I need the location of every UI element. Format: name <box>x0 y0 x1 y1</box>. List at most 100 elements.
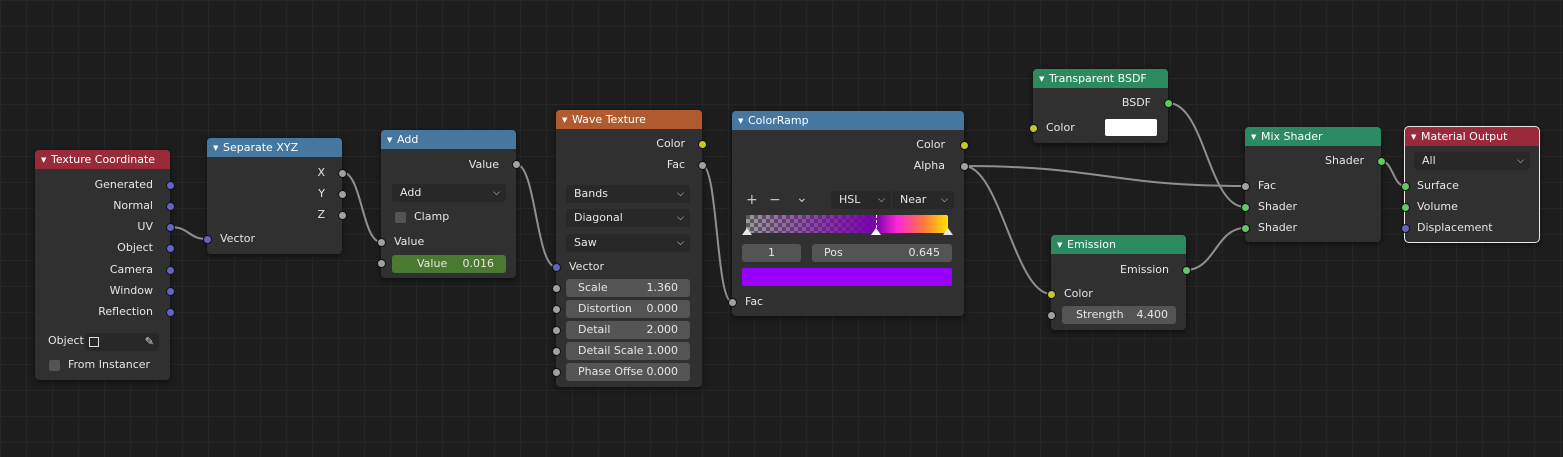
socket-color-out[interactable] <box>698 140 707 149</box>
transparent-bsdf-node[interactable]: ▼ Transparent BSDF BSDF Color <box>1029 69 1173 143</box>
collapse-arrow-icon[interactable]: ▼ <box>562 111 572 130</box>
direction-dropdown[interactable]: Diagonal ⌵ <box>566 209 690 227</box>
material-output-node[interactable]: ▼ Material Output All ⌵ Surface Volume Dis… <box>1401 126 1540 243</box>
transparent-bsdf-header[interactable]: ▼ Transparent BSDF <box>1033 69 1168 88</box>
socket-fac-in[interactable] <box>1241 182 1250 191</box>
socket-value-in-1[interactable] <box>377 238 386 247</box>
socket-alpha-out[interactable] <box>960 162 969 171</box>
detail-scale-field[interactable]: Detail Scale 1.000 <box>566 342 690 360</box>
socket-window[interactable] <box>166 287 175 296</box>
socket-bsdf-out[interactable] <box>1164 99 1173 108</box>
collapse-arrow-icon[interactable]: ▼ <box>1251 128 1261 147</box>
remove-stop-icon[interactable]: − <box>769 191 781 209</box>
active-stop-index[interactable]: 1 <box>742 244 801 262</box>
color-ramp-gradient[interactable] <box>746 215 948 233</box>
phase-offset-field[interactable]: Phase Offse 0.000 <box>566 363 690 381</box>
ramp-menu-icon[interactable]: ⌄ <box>796 189 808 207</box>
node-title: Transparent BSDF <box>1049 72 1147 85</box>
emission-header[interactable]: ▼ Emission <box>1051 235 1186 254</box>
collapse-arrow-icon[interactable]: ▼ <box>387 131 397 150</box>
socket-x[interactable] <box>338 169 347 178</box>
output-x-label: X <box>317 166 325 179</box>
profile-dropdown[interactable]: Saw ⌵ <box>566 234 690 252</box>
stop-color-swatch[interactable] <box>742 268 952 286</box>
socket-color-out[interactable] <box>960 141 969 150</box>
socket-detail-scale-in[interactable] <box>552 347 561 356</box>
socket-strength-in[interactable] <box>1047 311 1056 320</box>
detail-field[interactable]: Detail 2.000 <box>566 321 690 339</box>
socket-shader-out[interactable] <box>1377 157 1386 166</box>
socket-object[interactable] <box>166 244 175 253</box>
object-picker[interactable]: ✎ <box>85 333 159 351</box>
socket-z[interactable] <box>338 211 347 220</box>
socket-color-in[interactable] <box>1047 290 1056 299</box>
add-stop-icon[interactable]: + <box>746 191 758 209</box>
collapse-arrow-icon[interactable]: ▼ <box>41 151 51 170</box>
socket-volume-in[interactable] <box>1401 203 1410 212</box>
socket-distortion-in[interactable] <box>552 305 561 314</box>
math-add-node[interactable]: ▼ Add Value Add ⌵ Clamp Value Value 0.016 <box>377 130 521 278</box>
color-ramp-node[interactable]: ▼ ColorRamp Color Alpha + − ⌄ HSL ⌵ Near ⌵ … <box>728 111 969 316</box>
socket-vector-in[interactable] <box>552 263 561 272</box>
socket-generated[interactable] <box>166 181 175 190</box>
texture-coordinate-header[interactable]: ▼ Texture Coordinate <box>35 150 170 169</box>
output-fac-label: Fac <box>666 158 685 171</box>
socket-vector-in[interactable] <box>203 235 212 244</box>
collapse-arrow-icon[interactable]: ▼ <box>1411 128 1421 147</box>
color-ramp-header[interactable]: ▼ ColorRamp <box>732 111 964 130</box>
strength-field[interactable]: Strength 4.400 <box>1062 306 1176 324</box>
add-header[interactable]: ▼ Add <box>381 130 516 149</box>
distortion-field[interactable]: Distortion 0.000 <box>566 300 690 318</box>
separate-xyz-node[interactable]: ▼ Separate XYZ X Y Z Vector <box>203 138 347 254</box>
collapse-arrow-icon[interactable]: ▼ <box>738 112 748 131</box>
target-dropdown[interactable]: All ⌵ <box>1414 152 1530 170</box>
socket-displacement-in[interactable] <box>1401 224 1410 233</box>
texture-coordinate-node[interactable]: ▼ Texture Coordinate Generated Normal UV … <box>35 150 175 380</box>
color-stop-2[interactable] <box>943 228 953 235</box>
eyedropper-icon[interactable]: ✎ <box>145 333 154 351</box>
socket-y[interactable] <box>338 190 347 199</box>
socket-value-out[interactable] <box>512 160 521 169</box>
interpolation-dropdown[interactable]: Near ⌵ <box>892 191 954 209</box>
socket-value-in-2[interactable] <box>377 259 386 268</box>
socket-uv[interactable] <box>166 223 175 232</box>
link-alpha-to-emission-color <box>963 165 1052 295</box>
color-stop-0[interactable] <box>742 228 752 235</box>
socket-surface-in[interactable] <box>1401 182 1410 191</box>
socket-detail-in[interactable] <box>552 326 561 335</box>
socket-fac-out[interactable] <box>698 161 707 170</box>
color-stop-1-active[interactable] <box>871 228 882 235</box>
pos-field[interactable]: Pos 0.645 <box>812 244 952 262</box>
color-mode-dropdown[interactable]: HSL ⌵ <box>831 191 891 209</box>
collapse-arrow-icon[interactable]: ▼ <box>213 139 223 158</box>
emission-node[interactable]: ▼ Emission Emission Color Strength 4.400 <box>1047 235 1191 330</box>
wave-type-dropdown[interactable]: Bands ⌵ <box>566 185 690 203</box>
mix-shader-node[interactable]: ▼ Mix Shader Shader Fac Shader Shader <box>1241 127 1386 242</box>
field-label: Detail Scale <box>578 344 644 357</box>
operation-dropdown[interactable]: Add ⌵ <box>392 184 506 202</box>
socket-fac-in[interactable] <box>728 298 737 307</box>
scale-field[interactable]: Scale 1.360 <box>566 279 690 297</box>
node-title: ColorRamp <box>748 114 809 127</box>
socket-emission-out[interactable] <box>1182 266 1191 275</box>
socket-phase-offset-in[interactable] <box>552 368 561 377</box>
clamp-checkbox[interactable] <box>395 212 406 223</box>
collapse-arrow-icon[interactable]: ▼ <box>1039 70 1049 89</box>
socket-camera[interactable] <box>166 266 175 275</box>
socket-normal[interactable] <box>166 202 175 211</box>
from-instancer-checkbox[interactable] <box>49 360 60 371</box>
value-field[interactable]: Value 0.016 <box>392 255 506 273</box>
collapse-arrow-icon[interactable]: ▼ <box>1057 236 1067 255</box>
socket-reflection[interactable] <box>166 308 175 317</box>
wave-texture-header[interactable]: ▼ Wave Texture <box>556 110 702 129</box>
mix-shader-header[interactable]: ▼ Mix Shader <box>1245 127 1381 146</box>
separate-xyz-header[interactable]: ▼ Separate XYZ <box>207 138 342 157</box>
material-output-header[interactable]: ▼ Material Output <box>1405 127 1539 146</box>
socket-scale-in[interactable] <box>552 284 561 293</box>
output-camera-label: Camera <box>109 263 153 276</box>
socket-color-in[interactable] <box>1029 124 1038 133</box>
wave-texture-node[interactable]: ▼ Wave Texture Color Fac Bands ⌵ Diagonal ⌵… <box>552 110 707 387</box>
socket-shader-1-in[interactable] <box>1241 203 1250 212</box>
socket-shader-2-in[interactable] <box>1241 224 1250 233</box>
color-swatch[interactable] <box>1105 119 1157 136</box>
